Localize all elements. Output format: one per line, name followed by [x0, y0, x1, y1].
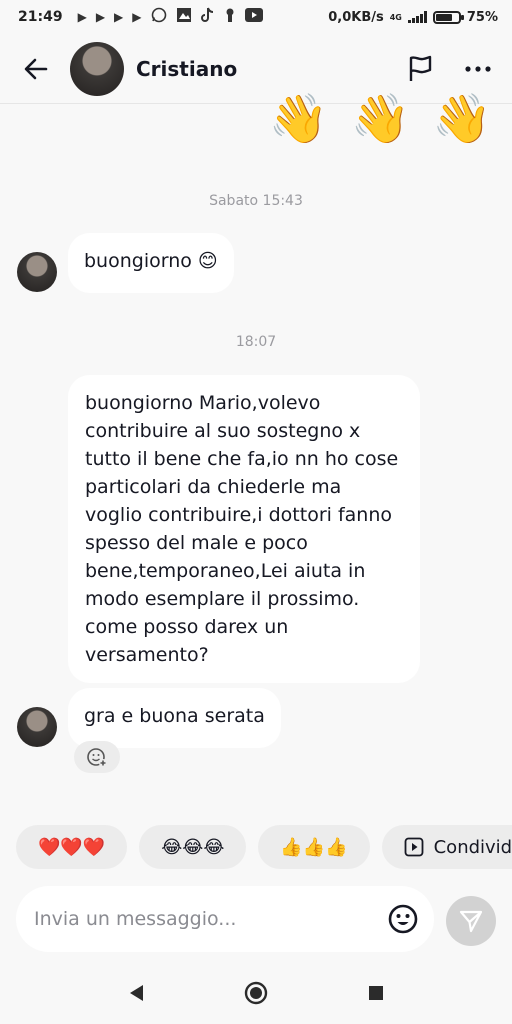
contact-avatar[interactable]: [70, 41, 124, 96]
message-text: buongiorno 😊: [84, 250, 218, 272]
emoji-icon: [388, 904, 418, 934]
sender-avatar[interactable]: [17, 707, 57, 747]
timestamp: Sabato 15:43: [209, 193, 303, 209]
circle-home-icon: [244, 981, 268, 1005]
quick-reply-hearts[interactable]: ❤️❤️❤️: [16, 825, 128, 869]
add-reaction-button[interactable]: [74, 741, 120, 773]
signal-icon: [407, 11, 427, 23]
quick-reply-label: Condividi po: [433, 836, 512, 858]
flag-icon: [409, 55, 432, 81]
more-horizontal-icon: [465, 65, 491, 72]
image-icon: [176, 7, 192, 27]
message-text: buongiorno Mario,volevo contribuire al s…: [85, 392, 399, 666]
report-button[interactable]: [404, 53, 436, 85]
chat-thread[interactable]: 👋 👋 👋 Sabato 15:43 buongiorno 😊 18:07 bu…: [0, 95, 512, 805]
network-type: 4G: [389, 12, 402, 22]
quick-reply-label: 👍👍👍: [280, 836, 348, 858]
quick-replies: ❤️❤️❤️ 😂😂😂 👍👍👍 Condividi po: [16, 825, 512, 869]
battery-icon: [432, 10, 464, 24]
contact-name[interactable]: Cristiano: [136, 57, 237, 81]
back-button[interactable]: [18, 51, 54, 87]
message-input[interactable]: [34, 908, 386, 930]
more-button[interactable]: [462, 53, 494, 85]
video-play-icon: [404, 837, 424, 857]
share-post-chip[interactable]: Condividi po: [381, 825, 512, 869]
net-speed: 0,0KB/s: [328, 9, 384, 25]
emoji-button[interactable]: [386, 902, 420, 936]
play-icon: ▶: [95, 10, 106, 24]
nav-recents-button[interactable]: [356, 973, 396, 1013]
youtube-icon: [244, 8, 263, 26]
message-bubble[interactable]: gra e buona serata: [68, 688, 281, 748]
nav-home-button[interactable]: [236, 973, 276, 1013]
wave-emoji: 👋: [268, 91, 329, 147]
wave-emoji: 👋: [350, 91, 411, 147]
message-text: gra e buona serata: [84, 705, 265, 727]
whatsapp-icon: [151, 7, 167, 27]
square-recents-icon: [369, 986, 383, 1000]
quick-reply-label: ❤️❤️❤️: [38, 836, 106, 858]
tiktok-icon: [200, 7, 215, 27]
message-bubble[interactable]: buongiorno 😊: [68, 233, 234, 293]
system-nav-bar: [0, 962, 512, 1024]
timestamp: 18:07: [235, 334, 277, 350]
battery-percent: 75%: [466, 9, 498, 25]
keyhole-icon: [224, 7, 236, 27]
send-icon: [459, 910, 483, 933]
quick-reply-thumbs[interactable]: 👍👍👍: [258, 825, 370, 869]
status-bar: 21:49 ▶ ▶ ▶ ▶ 0,0KB/s 4G 75%: [0, 0, 512, 34]
message-composer: [16, 886, 434, 952]
message-bubble[interactable]: buongiorno Mario,volevo contribuire al s…: [68, 375, 420, 683]
play-icon: ▶: [77, 10, 87, 24]
nav-back-button[interactable]: [116, 973, 156, 1013]
triangle-back-icon: [130, 985, 143, 1001]
sender-avatar[interactable]: [17, 252, 57, 292]
arrow-left-icon: [24, 58, 48, 79]
play-icon: ▶: [114, 10, 124, 24]
quick-reply-laugh[interactable]: 😂😂😂: [139, 825, 247, 869]
quick-reply-label: 😂😂😂: [161, 836, 225, 858]
status-time: 21:49: [18, 9, 63, 25]
send-button[interactable]: [446, 896, 496, 946]
sent-wave-sticker: 👋 👋 👋: [269, 95, 492, 143]
wave-emoji: 👋: [432, 91, 492, 147]
add-emoji-icon: [87, 748, 107, 767]
play-icon: ▶: [132, 10, 142, 24]
